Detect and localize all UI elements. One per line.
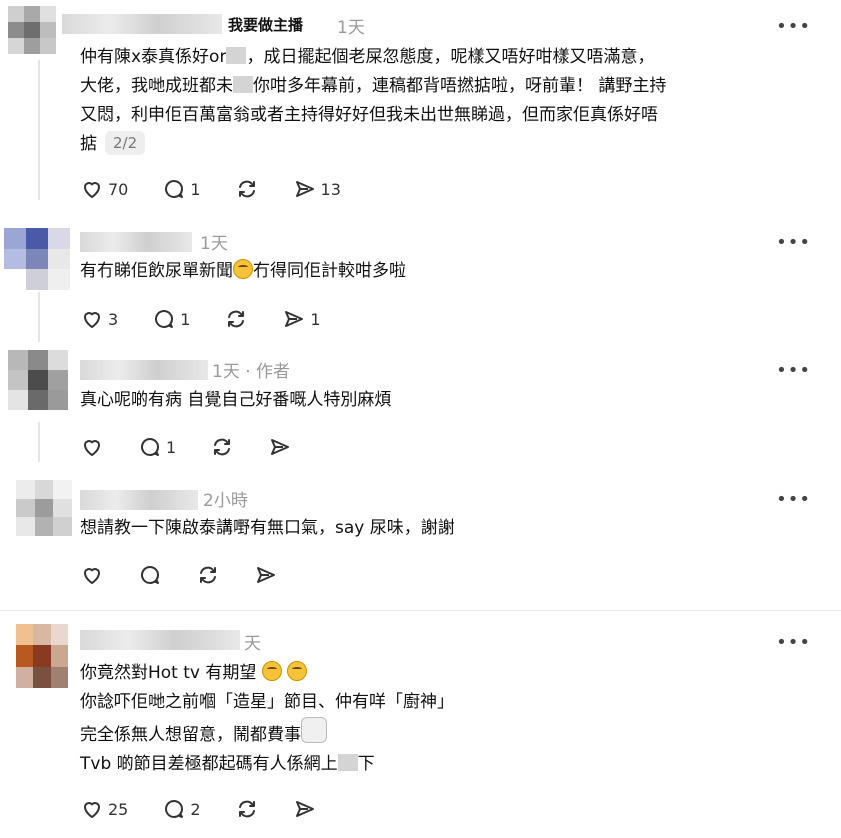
timestamp[interactable]: 1天 · 作者 bbox=[212, 357, 290, 382]
timestamp[interactable]: 天 bbox=[244, 629, 261, 654]
share-button[interactable]: 13 bbox=[293, 177, 341, 201]
repost-icon bbox=[200, 566, 216, 584]
repost-icon bbox=[228, 310, 245, 328]
rolling-eyes-emoji-icon bbox=[261, 661, 282, 681]
timestamp[interactable]: 2小時 bbox=[203, 486, 248, 511]
avatar[interactable] bbox=[8, 350, 68, 410]
grimace-emoji-icon bbox=[233, 259, 253, 279]
reply-count: 1 bbox=[180, 309, 191, 329]
like-count: 25 bbox=[108, 799, 129, 819]
username-blurred bbox=[62, 14, 222, 34]
comment-item: 我要做主播 1天 ••• 仲有陳x泰真係好or ，成日擺起個老屎忽態度，呢樣又唔好… bbox=[0, 0, 841, 210]
action-bar: 3 1 1 bbox=[80, 307, 355, 331]
send-icon bbox=[285, 311, 304, 327]
more-options-button[interactable]: ••• bbox=[776, 491, 811, 509]
repost-icon bbox=[214, 438, 231, 456]
blurred-text bbox=[233, 76, 253, 93]
comment-item: 1天 ••• 有冇睇佢飲尿單新聞 冇得同佢計較咁多啦 3 1 1 bbox=[0, 212, 841, 342]
send-icon bbox=[257, 567, 275, 583]
repost-button[interactable] bbox=[224, 307, 248, 331]
heart-icon bbox=[84, 440, 100, 456]
reply-count: 2 bbox=[190, 799, 201, 819]
username-blurred bbox=[80, 232, 192, 252]
like-count: 70 bbox=[108, 179, 129, 199]
heart-icon bbox=[84, 182, 100, 198]
rolling-eyes-emoji-icon bbox=[287, 661, 308, 681]
comment-item: 1天 · 作者 ••• 真心呢啲有病 自覺自己好番嘅人特別麻煩 1 bbox=[0, 342, 841, 467]
send-icon bbox=[295, 801, 314, 817]
comment-text: 仲有陳x泰真係好or ，成日擺起個老屎忽態度，呢樣又唔好咁樣又唔滿意， 大佬，我哋… bbox=[80, 47, 667, 155]
username-blurred bbox=[80, 490, 198, 510]
thread-divider bbox=[0, 610, 841, 611]
blurred-text bbox=[337, 754, 358, 771]
username[interactable]: 我要做主播 bbox=[228, 14, 303, 35]
reply-button[interactable]: 1 bbox=[162, 177, 201, 201]
comment-icon bbox=[141, 566, 159, 584]
thread-line bbox=[38, 422, 40, 462]
action-bar: 25 2 bbox=[80, 797, 351, 821]
send-icon bbox=[295, 181, 314, 197]
comment-text: 真心呢啲有病 自覺自己好番嘅人特別麻煩 bbox=[80, 390, 392, 410]
comment-icon bbox=[141, 438, 159, 456]
blurred-text bbox=[226, 47, 247, 64]
share-count: 1 bbox=[310, 309, 321, 329]
comment-text: 你竟然對Hot tv 有期望 你諗吓佢哋之前嗰「造星」節目、仲有咩「廚神」 完全… bbox=[80, 661, 454, 774]
comment-item: 天 ••• 你竟然對Hot tv 有期望 你諗吓佢哋之前嗰「造星」節目、仲有咩「… bbox=[0, 612, 841, 838]
avatar[interactable] bbox=[4, 228, 70, 290]
share-button[interactable] bbox=[268, 435, 292, 459]
heart-icon bbox=[84, 802, 100, 818]
comment-icon bbox=[155, 310, 174, 328]
share-button[interactable] bbox=[254, 563, 278, 587]
like-button[interactable]: 3 bbox=[80, 307, 118, 331]
timestamp[interactable]: 1天 bbox=[200, 229, 228, 254]
avatar[interactable] bbox=[16, 480, 72, 536]
like-button[interactable]: 70 bbox=[80, 177, 128, 201]
more-options-button[interactable]: ••• bbox=[776, 18, 811, 36]
share-count: 13 bbox=[320, 179, 341, 199]
repost-icon bbox=[238, 180, 255, 198]
repost-button[interactable] bbox=[235, 177, 259, 201]
like-button[interactable]: 25 bbox=[80, 797, 128, 821]
repost-icon bbox=[238, 800, 255, 818]
avatar[interactable] bbox=[8, 6, 56, 54]
reply-count: 1 bbox=[166, 437, 177, 457]
action-bar bbox=[80, 563, 312, 587]
action-bar: 70 1 13 bbox=[80, 177, 375, 201]
reply-button[interactable]: 1 bbox=[152, 307, 190, 331]
repost-button[interactable] bbox=[210, 435, 234, 459]
username-blurred bbox=[80, 360, 208, 380]
like-count: 3 bbox=[108, 309, 119, 329]
action-bar: 1 bbox=[80, 435, 326, 459]
crying-emoji-icon bbox=[301, 717, 327, 743]
thread-line bbox=[38, 60, 40, 200]
username-blurred bbox=[80, 630, 240, 650]
more-options-button[interactable]: ••• bbox=[776, 234, 811, 252]
share-button[interactable]: 1 bbox=[282, 307, 321, 331]
reply-count: 1 bbox=[190, 179, 201, 199]
reply-button[interactable]: 1 bbox=[138, 435, 176, 459]
thread-line bbox=[38, 292, 40, 342]
like-button[interactable] bbox=[80, 435, 104, 459]
reply-button[interactable] bbox=[138, 563, 162, 587]
heart-icon bbox=[84, 312, 100, 328]
page-indicator[interactable]: 2/2 bbox=[105, 131, 146, 155]
more-options-button[interactable]: ••• bbox=[776, 634, 811, 652]
share-button[interactable] bbox=[293, 797, 317, 821]
comment-item: 2小時 ••• 想請教一下陳啟泰講嘢有無口氣，say 尿味，謝謝 bbox=[0, 470, 841, 606]
timestamp[interactable]: 1天 bbox=[337, 13, 365, 38]
comment-icon bbox=[165, 800, 184, 818]
reply-button[interactable]: 2 bbox=[162, 797, 201, 821]
repost-button[interactable] bbox=[235, 797, 259, 821]
heart-icon bbox=[84, 568, 100, 584]
more-options-button[interactable]: ••• bbox=[776, 362, 811, 380]
comment-text: 想請教一下陳啟泰講嘢有無口氣，say 尿味，謝謝 bbox=[80, 518, 455, 538]
avatar[interactable] bbox=[16, 624, 68, 688]
send-icon bbox=[271, 439, 290, 455]
like-button[interactable] bbox=[80, 563, 104, 587]
repost-button[interactable] bbox=[196, 563, 220, 587]
comment-icon bbox=[165, 180, 184, 198]
comment-text: 有冇睇佢飲尿單新聞 冇得同佢計較咁多啦 bbox=[80, 259, 406, 281]
